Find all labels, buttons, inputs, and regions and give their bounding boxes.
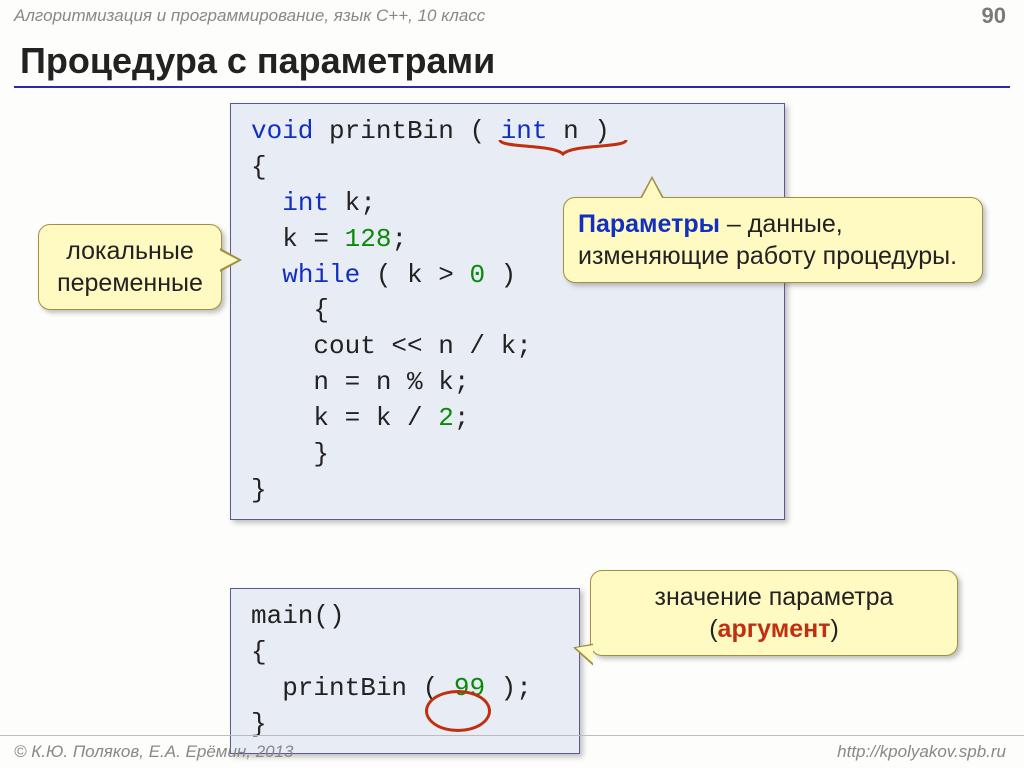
literal-2: 2 [438,403,454,433]
copyright: © К.Ю. Поляков, Е.А. Ерёмин, 2013 [14,742,294,762]
brace-icon [498,138,628,156]
kw-while: while [282,260,360,290]
kw-void: void [251,116,313,146]
literal-99: 99 [454,673,485,703]
header: Алгоритмизация и программирование, язык … [0,0,1024,28]
callout-argument: значение параметра (аргумент) [590,570,958,656]
callout-parameters: Параметры – данные, изменяющие работу пр… [563,197,983,283]
code-block-main: main() { printBin ( 99 ); } [230,588,580,754]
code-block-procedure: void printBin ( int n ) { int k; k = 128… [230,103,785,520]
callout-tail [642,179,662,198]
footer: © К.Ю. Поляков, Е.А. Ерёмин, 2013 http:/… [0,735,1024,762]
kw-int: int [282,188,329,218]
literal-0: 0 [469,260,485,290]
breadcrumb: Алгоритмизация и программирование, язык … [14,6,485,26]
literal-128: 128 [345,224,392,254]
title-underline [14,86,1010,88]
page-title: Процедура с параметрами [20,40,495,82]
callout-tail [219,250,238,270]
page-number: 90 [982,3,1006,29]
callout-local-vars: локальные переменные [38,224,222,310]
footer-url: http://kpolyakov.spb.ru [837,742,1006,762]
